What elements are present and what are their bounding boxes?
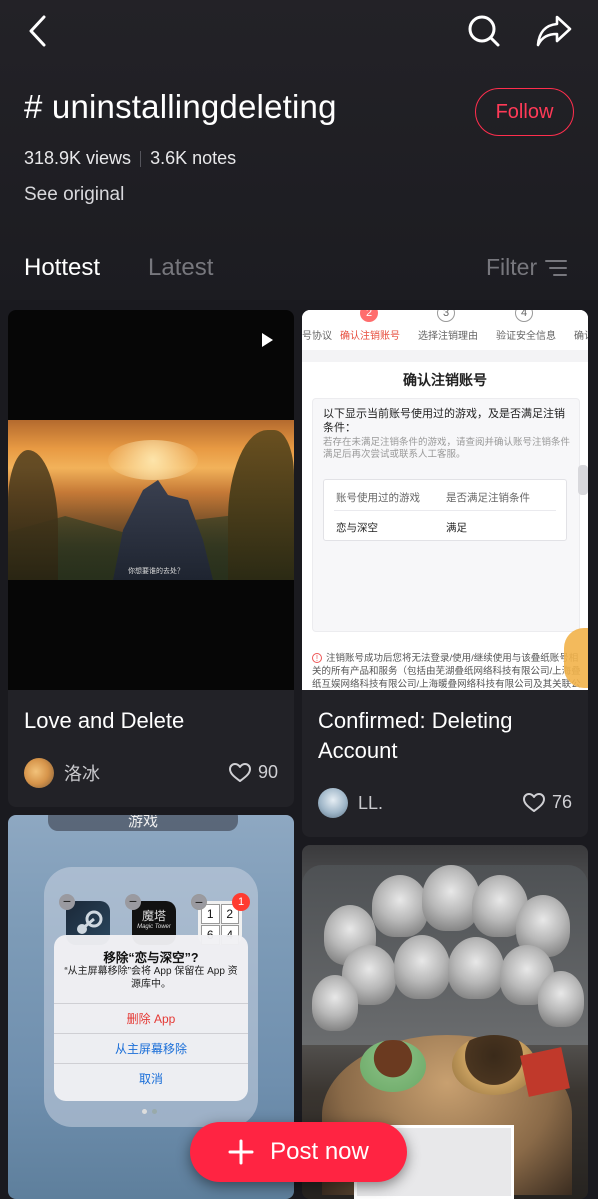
alert-body: “从主屏幕移除”会将 App 保留在 App 资源库中。	[64, 966, 238, 990]
page-dots	[142, 1109, 157, 1114]
alert-title: 移除“恋与深空”?	[103, 951, 199, 965]
remove-app-alert: 移除“恋与深空”? “从主屏幕移除”会将 App 保留在 App 资源库中。 删…	[54, 935, 248, 1101]
note-title: Love and Delete	[24, 708, 185, 733]
author-name: LL.	[358, 792, 384, 813]
tab-hottest[interactable]: Hottest	[24, 254, 100, 282]
note-title: Confirmed: Deleting Account	[318, 708, 513, 763]
like-button[interactable]: 76	[523, 792, 572, 813]
share-icon	[536, 15, 572, 47]
sheet-hint: 若存在未满足注销条件的游戏，请查阅并确认账号注销条件满足后再次尝试或联系人工客服…	[323, 437, 571, 460]
share-button[interactable]	[532, 9, 576, 53]
step-label: 验证安全信息	[496, 331, 556, 342]
search-button[interactable]	[462, 9, 506, 53]
topic-stats: 318.9K views 3.6K notes	[24, 148, 236, 169]
alert-option: 删除 App	[54, 1003, 248, 1033]
step-number: 2	[360, 310, 378, 322]
video-thumbnail: 你想要谁的去处？	[8, 310, 294, 690]
post-now-label: Post now	[270, 1138, 369, 1165]
table-header: 是否满足注销条件	[446, 492, 530, 504]
like-count: 90	[258, 762, 279, 782]
step-label: 确认	[574, 331, 588, 342]
folder-name: 游戏	[48, 815, 238, 831]
play-icon	[262, 333, 273, 347]
sheet-title: 确认注销账号	[403, 372, 487, 388]
heart-icon	[229, 762, 251, 782]
back-icon	[29, 15, 46, 47]
plus-icon	[228, 1139, 254, 1165]
side-handle	[578, 465, 588, 495]
see-original-link[interactable]: See original	[24, 184, 124, 206]
video-subtitle: 你想要谁的去处？	[128, 568, 184, 575]
alert-option: 从主屏幕移除	[54, 1033, 248, 1063]
note-card[interactable]: 号协议 2 确认注销账号 3 选择注销理由 4 验证安全信息 确认 确认注销账号…	[302, 310, 588, 837]
author-name: 洛冰	[64, 764, 100, 784]
floating-badge	[564, 628, 588, 688]
like-button[interactable]: 90	[229, 762, 278, 783]
step-label: 号协议	[302, 331, 332, 342]
step-number: 4	[515, 310, 533, 322]
confirm-sheet: 确认注销账号 以下显示当前账号使用过的游戏，及是否满足注销条件： 若存在未满足注…	[302, 362, 588, 690]
filter-icon	[545, 259, 568, 276]
follow-button[interactable]: Follow	[475, 88, 574, 136]
avatar	[24, 758, 54, 788]
table-header: 账号使用过的游戏	[336, 492, 420, 504]
sunset-scene-image: 你想要谁的去处？	[8, 420, 294, 580]
table-cell: 恋与深空	[336, 522, 378, 534]
alert-option: 取消	[54, 1063, 248, 1093]
sheet-question: 以下显示当前账号使用过的游戏，及是否满足注销条件：	[323, 408, 565, 434]
post-now-button[interactable]: Post now	[190, 1122, 407, 1182]
feed-tabs: Hottest Latest Filter	[0, 250, 598, 290]
back-button[interactable]	[16, 9, 60, 53]
sheet-box: 以下显示当前账号使用过的游戏，及是否满足注销条件： 若存在未满足注销条件的游戏，…	[312, 398, 580, 632]
tab-latest[interactable]: Latest	[148, 254, 213, 282]
search-icon	[468, 15, 500, 47]
step-label: 确认注销账号	[340, 331, 400, 342]
filter-button[interactable]: Filter	[486, 254, 568, 281]
warning-text: ! 注销账号成功后您将无法登录/使用/继续使用与该叠纸账号相关的所有产品和服务（包…	[312, 653, 581, 690]
note-card[interactable]: 你想要谁的去处？ Love and Delete 洛冰 90	[8, 310, 294, 807]
games-table: 账号使用过的游戏 是否满足注销条件 恋与深空 满足	[323, 479, 567, 541]
table-cell: 满足	[446, 522, 467, 534]
step-label: 选择注销理由	[418, 331, 478, 342]
progress-steps: 号协议 2 确认注销账号 3 选择注销理由 4 验证安全信息 确认	[302, 310, 588, 350]
like-count: 76	[552, 792, 573, 812]
avatar	[318, 788, 348, 818]
stats-divider	[140, 150, 142, 167]
note-author[interactable]: 洛冰	[24, 758, 100, 788]
hashtag-title: # uninstallingdeleting	[24, 88, 337, 125]
views-count: 318.9K views	[24, 148, 132, 168]
step-number: 3	[437, 310, 455, 322]
heart-icon	[523, 792, 545, 812]
account-screenshot-image: 号协议 2 确认注销账号 3 选择注销理由 4 验证安全信息 确认 确认注销账号…	[302, 310, 588, 690]
filter-label: Filter	[486, 254, 538, 280]
notes-count: 3.6K notes	[150, 148, 237, 168]
note-author[interactable]: LL.	[318, 788, 383, 818]
top-bar	[0, 0, 598, 62]
notification-badge: 1	[232, 893, 250, 911]
